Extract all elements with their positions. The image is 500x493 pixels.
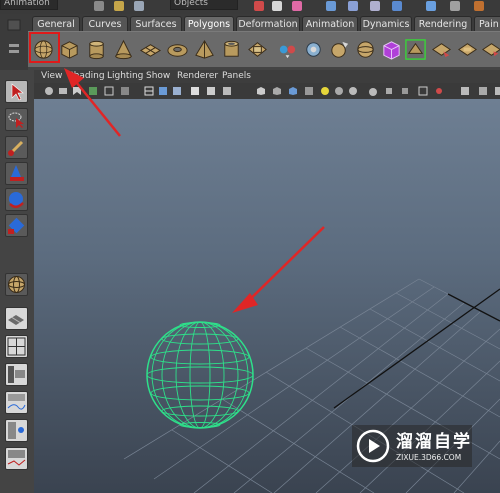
watermark-url: ZIXUE.3D66.COM bbox=[396, 453, 462, 462]
watermark-title: 溜溜自学 bbox=[396, 432, 472, 452]
watermark: 溜溜自学 ZIXUE.3D66.COM bbox=[352, 425, 472, 467]
watermark-logo-icon bbox=[356, 429, 390, 463]
annotation-arrow-shelf bbox=[64, 68, 121, 137]
